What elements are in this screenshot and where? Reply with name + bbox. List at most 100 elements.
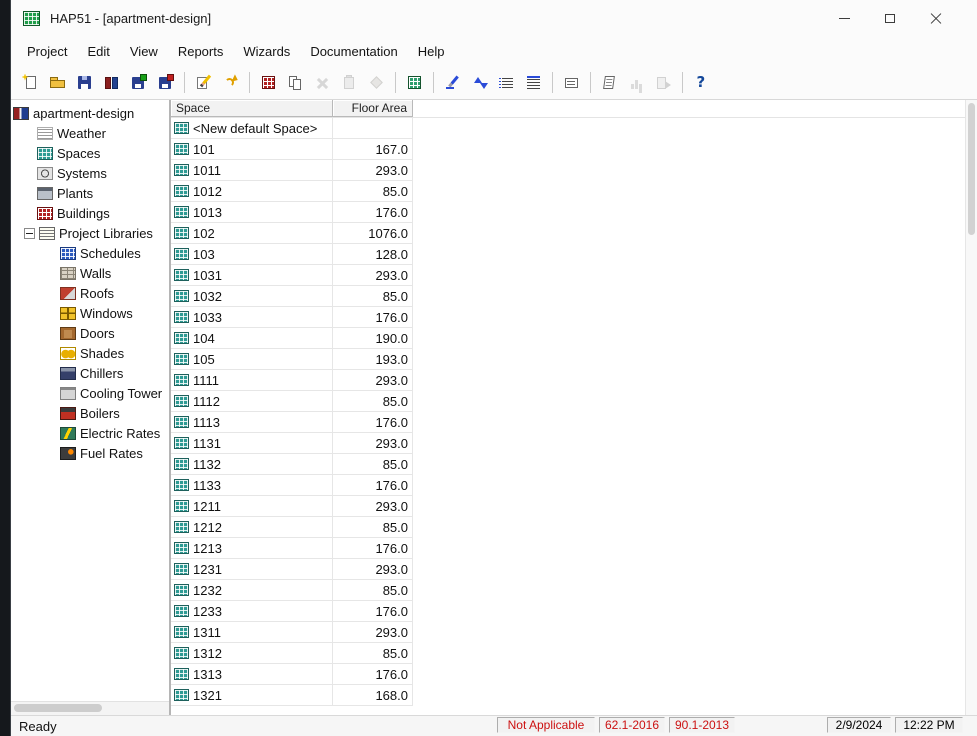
- help-icon: [693, 74, 711, 92]
- table-row[interactable]: 1033176.0: [171, 307, 965, 328]
- table-row[interactable]: 1211293.0: [171, 496, 965, 517]
- tree-hscrollbar-thumb[interactable]: [14, 704, 102, 712]
- tree-item-roofs[interactable]: Roofs: [11, 283, 169, 303]
- column-header-space[interactable]: Space: [171, 100, 333, 117]
- tree-item-walls[interactable]: Walls: [11, 263, 169, 283]
- tree-item-buildings[interactable]: Buildings: [11, 203, 169, 223]
- tree-item-label: Electric Rates: [80, 426, 160, 441]
- table-row[interactable]: 1133176.0: [171, 475, 965, 496]
- main-content: apartment-designWeatherSpacesSystemsPlan…: [11, 100, 977, 715]
- sort-edit-button[interactable]: [439, 70, 466, 96]
- tree-item-plants[interactable]: Plants: [11, 183, 169, 203]
- tree-item-label: Boilers: [80, 406, 120, 421]
- table-row[interactable]: 105193.0: [171, 349, 965, 370]
- table-row[interactable]: 131285.0: [171, 643, 965, 664]
- sort-arrows-button[interactable]: [466, 70, 493, 96]
- save-restore-button[interactable]: [152, 70, 179, 96]
- wizard-grid-button[interactable]: [401, 70, 428, 96]
- tree-item-cooling-tower[interactable]: Cooling Tower: [11, 383, 169, 403]
- save-button[interactable]: [71, 70, 98, 96]
- space-name: 1313: [193, 667, 222, 682]
- table-row[interactable]: 104190.0: [171, 328, 965, 349]
- space-cell: 1111: [171, 370, 333, 391]
- table-row[interactable]: 113285.0: [171, 454, 965, 475]
- collapse-icon[interactable]: [24, 228, 35, 239]
- table-row[interactable]: 1231293.0: [171, 559, 965, 580]
- table-vscrollbar-thumb[interactable]: [968, 103, 975, 235]
- minimize-button[interactable]: [821, 0, 867, 37]
- library-icon: [103, 74, 121, 92]
- building-grid-button[interactable]: [255, 70, 282, 96]
- table-row[interactable]: 121285.0: [171, 517, 965, 538]
- close-button[interactable]: [913, 0, 959, 37]
- tree-item-doors[interactable]: Doors: [11, 323, 169, 343]
- toolbar-separator: [395, 72, 396, 93]
- table-row[interactable]: 1013176.0: [171, 202, 965, 223]
- table-row[interactable]: 103128.0: [171, 244, 965, 265]
- tree-item-chillers[interactable]: Chillers: [11, 363, 169, 383]
- tree-item-systems[interactable]: Systems: [11, 163, 169, 183]
- table-row[interactable]: 1213176.0: [171, 538, 965, 559]
- help-button[interactable]: [688, 70, 715, 96]
- tree-item-apartment-design[interactable]: apartment-design: [11, 103, 169, 123]
- menu-item-reports[interactable]: Reports: [168, 40, 234, 63]
- table-row[interactable]: 101285.0: [171, 181, 965, 202]
- table-row[interactable]: 1233176.0: [171, 601, 965, 622]
- tree-item-weather[interactable]: Weather: [11, 123, 169, 143]
- tree-item-windows[interactable]: Windows: [11, 303, 169, 323]
- table-row[interactable]: 1313176.0: [171, 664, 965, 685]
- tree-item-label: Shades: [80, 346, 124, 361]
- space-name: 101: [193, 142, 215, 157]
- menu-item-wizards[interactable]: Wizards: [233, 40, 300, 63]
- menu-item-edit[interactable]: Edit: [77, 40, 119, 63]
- detail-view-button[interactable]: [520, 70, 547, 96]
- library-button[interactable]: [98, 70, 125, 96]
- table-row[interactable]: 1031293.0: [171, 265, 965, 286]
- tree-item-spaces[interactable]: Spaces: [11, 143, 169, 163]
- table-vscrollbar[interactable]: [965, 100, 977, 715]
- table-row[interactable]: 1021076.0: [171, 223, 965, 244]
- save-archive-button[interactable]: [125, 70, 152, 96]
- maximize-button[interactable]: [867, 0, 913, 37]
- duplicate-item-button[interactable]: [217, 70, 244, 96]
- floor-area-value: 176.0: [333, 601, 413, 622]
- table-row[interactable]: 101167.0: [171, 139, 965, 160]
- window-box-button[interactable]: [558, 70, 585, 96]
- space-name: 1213: [193, 541, 222, 556]
- space-name: 1232: [193, 583, 222, 598]
- tree-item-boilers[interactable]: Boilers: [11, 403, 169, 423]
- open-project-button[interactable]: [44, 70, 71, 96]
- app-icon[interactable]: [23, 11, 40, 26]
- menu-item-help[interactable]: Help: [408, 40, 455, 63]
- tree-item-project-libraries[interactable]: Project Libraries: [11, 223, 169, 243]
- space-cell: 1213: [171, 538, 333, 559]
- table-row[interactable]: 1111293.0: [171, 370, 965, 391]
- table-row[interactable]: 123285.0: [171, 580, 965, 601]
- table-row[interactable]: 1011293.0: [171, 160, 965, 181]
- table-row[interactable]: 1131293.0: [171, 433, 965, 454]
- menu-item-view[interactable]: View: [120, 40, 168, 63]
- table-row[interactable]: <New default Space>: [171, 118, 965, 139]
- table-row[interactable]: 1113176.0: [171, 412, 965, 433]
- table-row[interactable]: 103285.0: [171, 286, 965, 307]
- tree-item-fuel-rates[interactable]: Fuel Rates: [11, 443, 169, 463]
- new-document-button[interactable]: [17, 70, 44, 96]
- save-icon: [76, 74, 94, 92]
- space-name: 1113: [193, 415, 220, 430]
- table-row[interactable]: 111285.0: [171, 391, 965, 412]
- tree-hscrollbar[interactable]: [11, 701, 169, 715]
- column-header-floor-area[interactable]: Floor Area: [333, 100, 413, 117]
- tree-item-electric-rates[interactable]: Electric Rates: [11, 423, 169, 443]
- menu-item-documentation[interactable]: Documentation: [300, 40, 407, 63]
- tree-item-schedules[interactable]: Schedules: [11, 243, 169, 263]
- table-row[interactable]: 1321168.0: [171, 685, 965, 706]
- edit-item-button[interactable]: [190, 70, 217, 96]
- space-cell: 1233: [171, 601, 333, 622]
- tree-item-shades[interactable]: Shades: [11, 343, 169, 363]
- copy-button[interactable]: [282, 70, 309, 96]
- report-button[interactable]: [596, 70, 623, 96]
- list-view-button[interactable]: [493, 70, 520, 96]
- menu-item-project[interactable]: Project: [17, 40, 77, 63]
- paste-button: [336, 70, 363, 96]
- table-row[interactable]: 1311293.0: [171, 622, 965, 643]
